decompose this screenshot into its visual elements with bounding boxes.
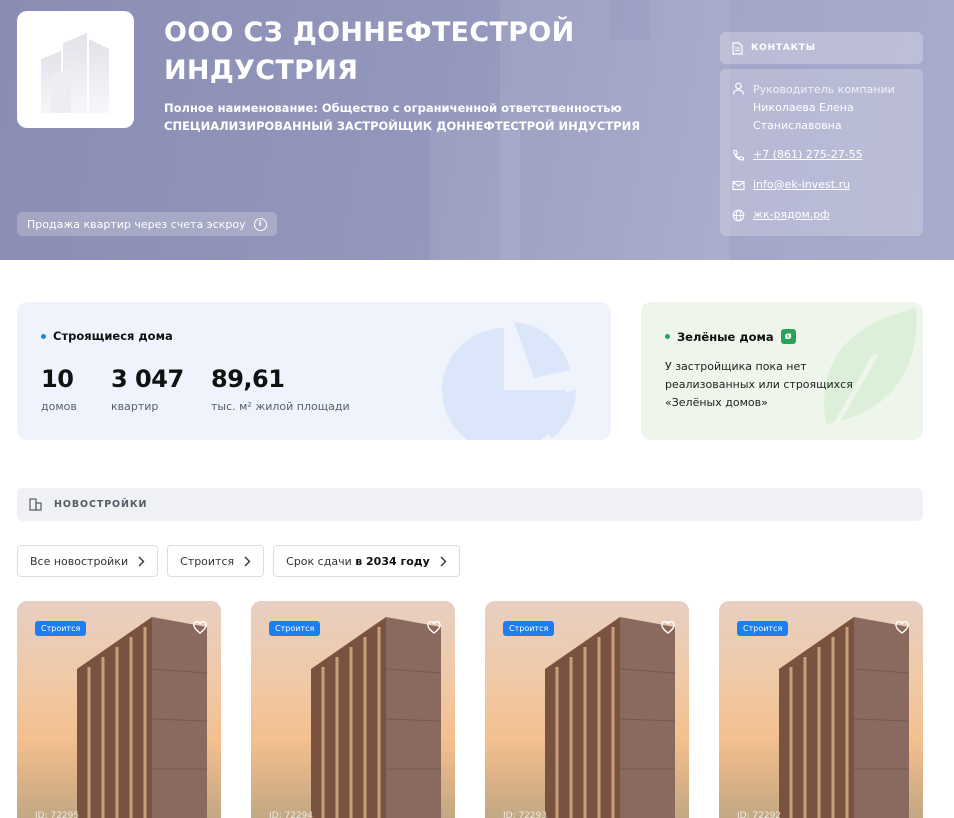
contact-email-row: info@ek-invest.ru [732, 178, 850, 192]
stat-area: 89,61 тыс. м² жилой площади [211, 364, 350, 413]
card-id: ID: 72295 [35, 811, 80, 818]
heart-icon[interactable] [895, 621, 909, 634]
new-buildings-section-header: НОВОСТРОЙКИ [17, 488, 923, 521]
contact-site-row: жк-рядом.рф [732, 208, 830, 222]
filter-deadline-prefix: Срок сдачи [286, 554, 352, 568]
stats-dot [41, 333, 46, 339]
card-status-badge: Строится [737, 621, 789, 636]
card-id: ID: 72292 [737, 811, 782, 818]
company-hero: ООО СЗ ДОННЕФТЕСТРОЙ ИНДУСТРИЯ Полное на… [0, 0, 954, 260]
full-name-value: Общество с ограниченной ответственностью [321, 101, 622, 115]
building-logo-icon [41, 33, 109, 113]
info-icon[interactable]: i [253, 217, 267, 231]
chevron-right-icon [244, 556, 251, 566]
building-stats-card: Строящиеся дома 10 домов 3 047 квартир 8… [17, 302, 611, 440]
stat-houses-label: домов [41, 400, 77, 413]
document-icon [732, 41, 743, 55]
heart-icon[interactable] [193, 621, 207, 634]
filter-building-label: Строится [180, 554, 235, 568]
contacts-box: Руководитель компании Николаева Елена Ст… [720, 69, 923, 236]
filters-row: Все новостройки Строится Срок сдачи в 20… [17, 545, 460, 577]
card-status-badge: Строится [269, 621, 321, 636]
full-name-value-2: СПЕЦИАЛИЗИРОВАННЫЙ ЗАСТРОЙЩИК ДОННЕФТЕСТ… [164, 119, 641, 133]
stat-area-label: тыс. м² жилой площади [211, 400, 350, 413]
green-houses-text: У застройщика пока нет реализованных или… [665, 360, 853, 409]
company-name: ООО СЗ ДОННЕФТЕСТРОЙ ИНДУСТРИЯ [164, 17, 575, 86]
green-title: Зелёные дома ø [665, 329, 796, 344]
contact-head-row: Руководитель компании Николаева Елена Ст… [732, 81, 903, 135]
contacts-title: КОНТАКТЫ [751, 43, 816, 53]
card-id: ID: 72293 [503, 811, 548, 818]
escrow-label: Продажа квартир через счета эскроу [27, 217, 246, 231]
globe-icon [732, 209, 745, 222]
building-card[interactable]: Строится ID: 72292 [719, 601, 923, 818]
building-card[interactable]: Строится ID: 72294 [251, 601, 455, 818]
green-dot [665, 334, 670, 339]
stat-area-value: 89,61 [211, 365, 285, 393]
contact-phone-row: +7 (861) 275-27-55 [732, 148, 863, 162]
heart-icon[interactable] [661, 621, 675, 634]
building-card[interactable]: Строится ID: 72295 [17, 601, 221, 818]
building-photo [77, 617, 207, 818]
phone-icon [733, 149, 744, 161]
bg-building [430, 130, 520, 260]
building-photo [545, 617, 675, 818]
contact-head-label: Руководитель компании [753, 83, 895, 96]
contact-head-name: Николаева Елена Станиславовна [753, 101, 854, 132]
chevron-right-icon [138, 556, 145, 566]
contact-email-link[interactable]: info@ek-invest.ru [753, 178, 850, 192]
stat-flats-label: квартир [111, 400, 159, 413]
filter-building-status[interactable]: Строится [167, 545, 265, 577]
building-photo [311, 617, 441, 818]
company-logo [17, 11, 134, 128]
stat-houses-value: 10 [41, 365, 74, 393]
stat-flats: 3 047 квартир [111, 364, 184, 413]
green-house-badge-icon: ø [780, 329, 796, 344]
filter-deadline[interactable]: Срок сдачи в 2034 году [273, 545, 460, 577]
filter-all-label: Все новостройки [30, 554, 129, 568]
mail-icon [732, 180, 745, 191]
user-icon [732, 82, 745, 95]
stats-title: Строящиеся дома [41, 329, 173, 343]
heart-icon[interactable] [427, 621, 441, 634]
company-full-name: Полное наименование: Общество с ограниче… [164, 99, 684, 135]
escrow-badge[interactable]: Продажа квартир через счета эскроу i [17, 212, 277, 236]
green-houses-card: Зелёные дома ø У застройщика пока нет ре… [641, 302, 923, 440]
stats-title-text: Строящиеся дома [53, 329, 173, 343]
section-title: НОВОСТРОЙКИ [54, 499, 148, 510]
chevron-right-icon [440, 556, 447, 566]
pie-chart-icon [442, 322, 576, 440]
contacts-header: КОНТАКТЫ [720, 32, 923, 64]
filter-all-buildings[interactable]: Все новостройки [17, 545, 159, 577]
contact-site-link[interactable]: жк-рядом.рф [753, 208, 830, 222]
contact-phone-link[interactable]: +7 (861) 275-27-55 [753, 148, 863, 162]
card-id: ID: 72294 [269, 811, 314, 818]
card-status-badge: Строится [35, 621, 87, 636]
filter-deadline-label: Срок сдачи в 2034 году [286, 555, 430, 568]
full-name-label: Полное наименование: [164, 101, 318, 115]
building-card[interactable]: Строится ID: 72293 [485, 601, 689, 818]
filter-deadline-value: в 2034 году [355, 554, 430, 568]
building-photo [779, 617, 909, 818]
green-title-text: Зелёные дома [677, 329, 774, 344]
stat-flats-value: 3 047 [111, 365, 184, 393]
building-icon [29, 498, 42, 511]
stat-houses: 10 домов [41, 364, 77, 413]
card-status-badge: Строится [503, 621, 555, 636]
